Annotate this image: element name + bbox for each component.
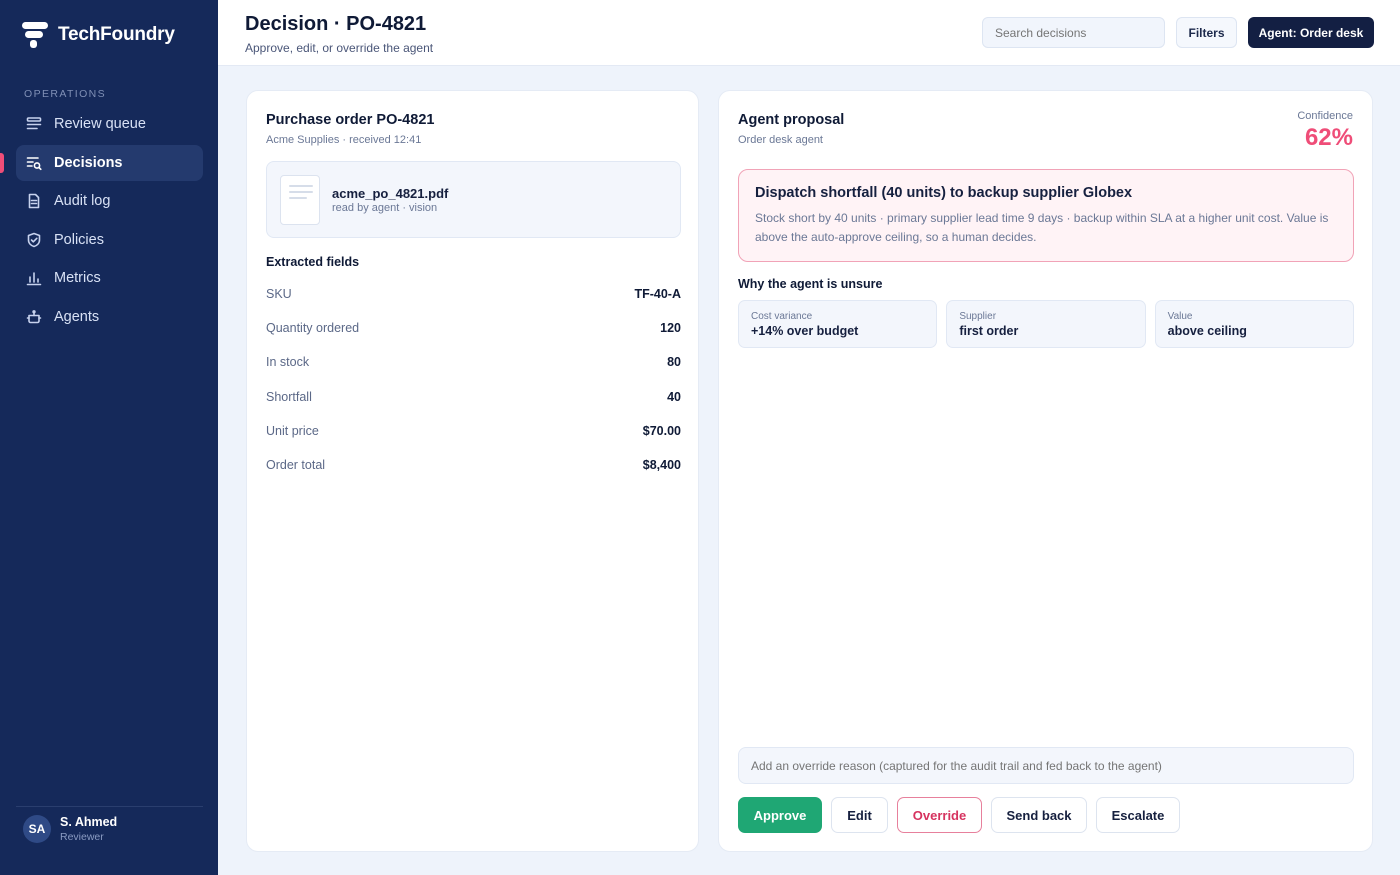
sidebar-item-label: Review queue: [54, 116, 146, 132]
escalate-button[interactable]: Escalate: [1096, 797, 1180, 833]
file-name: acme_po_4821.pdf: [332, 186, 449, 201]
reason-chip: Supplier first order: [946, 300, 1146, 348]
approve-button[interactable]: Approve: [738, 797, 822, 833]
sidebar-item-review-queue[interactable]: Review queue: [16, 106, 203, 142]
purchase-order-card: Purchase order PO-4821 Acme Supplies · r…: [246, 90, 699, 852]
field-label: SKU: [266, 287, 292, 302]
field-row: Quantity ordered 120: [266, 311, 681, 345]
sidebar-item-label: Agents: [54, 308, 100, 325]
edit-button[interactable]: Edit: [831, 797, 888, 833]
field-value: $8,400: [642, 458, 681, 473]
purchase-order-meta: Acme Supplies · received 12:41: [266, 134, 422, 146]
agent-selector-button[interactable]: Agent: Order desk: [1248, 17, 1374, 48]
field-label: In stock: [266, 355, 310, 370]
decisions-icon: [26, 155, 42, 171]
agent-name: Order desk agent: [738, 134, 823, 146]
field-row: In stock 80: [266, 345, 681, 379]
reason-chip: Value above ceiling: [1154, 300, 1354, 348]
proposal-body: Stock short by 40 units · primary suppli…: [755, 211, 1329, 244]
reason-value: above ceiling: [1167, 324, 1247, 338]
sidebar-item-label: Metrics: [54, 270, 101, 286]
proposal-headline: Dispatch shortfall (40 units) to backup …: [755, 185, 1133, 201]
field-label: Order total: [266, 458, 326, 473]
proposal-callout: Dispatch shortfall (40 units) to backup …: [738, 169, 1354, 262]
document-icon: [26, 193, 42, 209]
sidebar-item-metrics[interactable]: Metrics: [16, 260, 203, 296]
reason-value: first order: [959, 324, 1019, 338]
shield-icon: [26, 232, 42, 248]
page-subtitle: Approve, edit, or override the agent: [245, 41, 434, 55]
decision-actions: Approve Edit Override Send back Escalate: [738, 797, 1180, 833]
list-icon: [26, 116, 42, 132]
sidebar-nav: Review queue Decisions Audit log Policie…: [0, 106, 203, 337]
confidence-label: Confidence: [1297, 110, 1353, 122]
uncertainty-reasons: Cost variance +14% over budget Supplier …: [738, 300, 1354, 348]
reason-label: Cost variance: [751, 311, 813, 322]
brand-name: TechFoundry: [58, 24, 175, 45]
purchase-order-title: Purchase order PO-4821: [266, 112, 435, 128]
field-row: Shortfall 40: [266, 380, 681, 414]
attached-file[interactable]: acme_po_4821.pdf read by agent · vision: [266, 161, 681, 238]
field-value: 40: [667, 389, 681, 404]
user-name: S. Ahmed: [60, 815, 118, 829]
sidebar: TechFoundry OPERATIONS Review queue Deci…: [0, 0, 218, 875]
field-label: Quantity ordered: [266, 321, 360, 336]
field-value: 120: [660, 321, 681, 336]
filters-button[interactable]: Filters: [1176, 17, 1237, 48]
reason-label: Supplier: [959, 311, 997, 322]
header: Decision · PO-4821 Approve, edit, or ove…: [218, 0, 1400, 66]
user-profile[interactable]: SA S. Ahmed Reviewer: [23, 815, 117, 843]
sidebar-divider: [16, 806, 203, 807]
reason-label: Value: [1167, 311, 1193, 322]
reason-chip: Cost variance +14% over budget: [738, 300, 938, 348]
override-button[interactable]: Override: [897, 797, 982, 833]
sidebar-item-label: Policies: [54, 231, 104, 248]
sidebar-item-label: Audit log: [54, 193, 111, 209]
confidence-value: 62%: [1304, 124, 1353, 151]
override-reason-input[interactable]: [738, 747, 1354, 784]
sidebar-item-label: Decisions: [54, 154, 123, 171]
field-row: Unit price $70.00: [266, 414, 681, 448]
sidebar-item-agents[interactable]: Agents: [16, 299, 203, 335]
sidebar-item-decisions[interactable]: Decisions: [0, 144, 203, 181]
field-row: SKU TF-40-A: [266, 277, 681, 311]
sidebar-item-policies[interactable]: Policies: [16, 222, 203, 258]
field-value: 80: [667, 355, 681, 370]
brand[interactable]: TechFoundry: [22, 20, 175, 50]
field-value: $70.00: [642, 423, 681, 438]
page-title: Decision · PO-4821: [245, 13, 427, 35]
reason-value: +14% over budget: [751, 324, 859, 338]
logo-icon: [22, 20, 48, 50]
field-value: TF-40-A: [634, 287, 681, 302]
user-role: Reviewer: [60, 831, 104, 843]
agent-proposal-title: Agent proposal: [738, 112, 845, 128]
send-back-button[interactable]: Send back: [991, 797, 1087, 833]
extracted-fields-list: SKU TF-40-A Quantity ordered 120 In stoc…: [266, 277, 681, 482]
agent-proposal-card: Agent proposal Order desk agent Confiden…: [718, 90, 1373, 852]
avatar: SA: [23, 815, 51, 843]
field-label: Unit price: [266, 423, 319, 438]
file-meta: read by agent · vision: [332, 202, 438, 214]
search-input[interactable]: [982, 17, 1165, 48]
field-label: Shortfall: [266, 389, 312, 404]
sidebar-item-audit-log[interactable]: Audit log: [16, 183, 203, 219]
pdf-file-icon: [280, 175, 320, 225]
nav-section-label: OPERATIONS: [24, 88, 107, 100]
extracted-fields-heading: Extracted fields: [266, 255, 360, 269]
chart-icon: [26, 270, 42, 286]
field-row: Order total $8,400: [266, 448, 681, 482]
bot-icon: [26, 309, 42, 325]
unsure-heading: Why the agent is unsure: [738, 277, 883, 291]
